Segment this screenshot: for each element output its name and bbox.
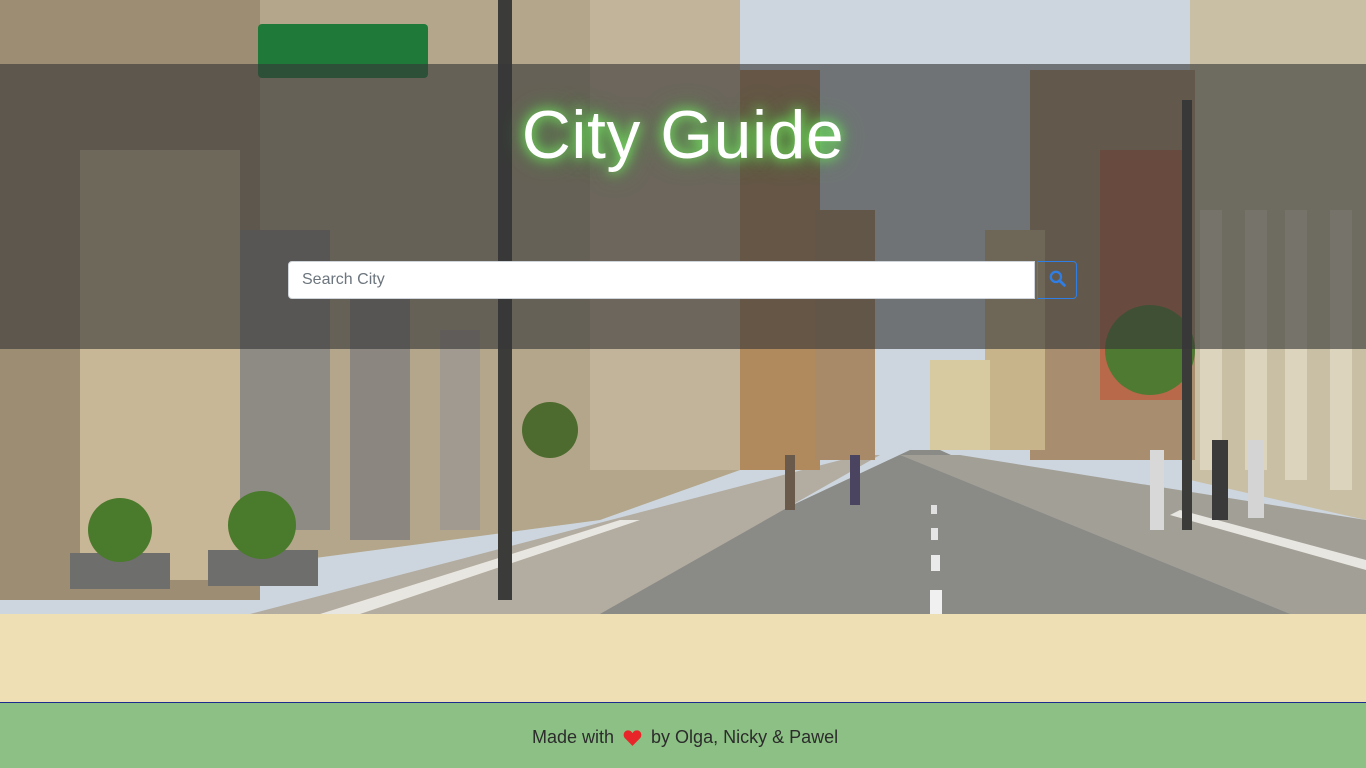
footer: Made with by Olga, Nicky & Pawel	[0, 702, 1366, 768]
search-icon	[1049, 270, 1066, 290]
footer-prefix: Made with	[532, 727, 615, 747]
search-button[interactable]	[1037, 261, 1077, 299]
search-input[interactable]	[288, 261, 1035, 299]
page-title: City Guide	[521, 97, 845, 173]
search-bar	[288, 261, 1078, 299]
footer-suffix: by Olga, Nicky & Pawel	[651, 727, 839, 747]
hero-banner: City Guide	[0, 0, 1366, 614]
footer-credits: Made with by Olga, Nicky & Pawel	[532, 727, 838, 748]
heart-icon	[623, 729, 642, 746]
